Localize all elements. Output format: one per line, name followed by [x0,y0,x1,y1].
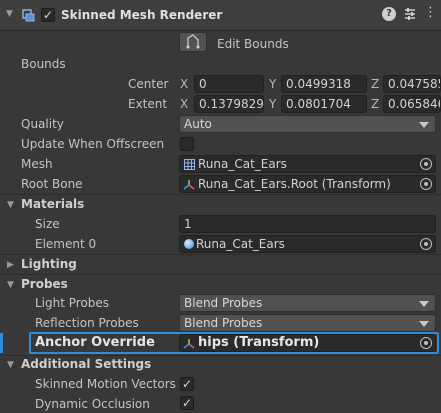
transform-icon [183,339,195,349]
dynamic-occlusion-checkbox[interactable]: ✓ [180,396,194,410]
extent-y-axis-label: Y [269,97,277,111]
additional-settings-section-label[interactable]: Additional Settings [21,356,151,372]
anchor-override-label: Anchor Override [35,335,155,350]
materials-section-label[interactable]: Materials [21,196,84,212]
bounds-label: Bounds [21,57,66,71]
element-0-value: Runa_Cat_Ears [196,237,285,251]
menu-icon[interactable]: ⋮ [424,5,437,21]
extent-x-axis-label: X [180,97,189,111]
object-picker-icon[interactable] [420,158,432,170]
component-title: Skinned Mesh Renderer [61,8,223,22]
mesh-value: Runa_Cat_Ears [198,157,287,171]
anchor-override-value: hips (Transform) [198,335,320,350]
dropdown-arrow-icon [419,122,429,128]
light-probes-label: Light Probes [35,296,110,310]
dropdown-arrow-icon [419,321,429,327]
help-icon[interactable]: ? [382,7,396,21]
element-0-field[interactable]: Runa_Cat_Ears [179,235,436,253]
component-header: ▼ ✓ Skinned Mesh Renderer ? ⋮ [0,0,441,31]
dropdown-arrow-icon [419,301,429,307]
mesh-icon [184,159,195,170]
mesh-label: Mesh [21,157,53,171]
lighting-foldout-arrow-icon[interactable]: ▶ [7,260,14,270]
center-y-field[interactable]: 0.0499318 [281,75,367,93]
materials-size-label: Size [35,217,60,231]
center-x-field[interactable]: 0 [194,75,264,93]
root-bone-value: Runa_Cat_Ears.Root (Transform) [198,177,391,191]
extent-z-axis-label: Z [371,97,380,111]
collapse-arrow-icon[interactable]: ▼ [6,9,13,19]
skinned-motion-vectors-label: Skinned Motion Vectors [35,377,176,391]
anchor-override-field[interactable]: hips (Transform) [179,334,436,352]
update-when-offscreen-label: Update When Offscreen [21,137,165,151]
center-z-field[interactable]: 0.0475856 [383,75,441,93]
light-probes-value: Blend Probes [184,296,263,310]
center-z-axis-label: Z [371,77,380,91]
skinned-mesh-renderer-icon [22,9,35,22]
mesh-field[interactable]: Runa_Cat_Ears [179,155,436,173]
edit-bounds-icon [186,34,200,49]
extent-x-field[interactable]: 0.1379829 [194,95,264,113]
object-picker-icon[interactable] [420,337,432,349]
skinned-motion-vectors-checkbox[interactable]: ✓ [180,377,194,391]
extent-y-field[interactable]: 0.0801704 [281,95,367,113]
reflection-probes-dropdown[interactable]: Blend Probes [179,314,436,332]
extent-label: Extent [128,97,168,111]
quality-label: Quality [21,117,64,131]
center-y-axis-label: Y [269,77,277,91]
modified-indicator [0,333,3,353]
object-picker-icon[interactable] [420,238,432,250]
element-0-label: Element 0 [35,237,97,251]
reflection-probes-value: Blend Probes [184,316,263,330]
materials-size-field[interactable]: 1 [179,215,436,233]
additional-settings-foldout-arrow-icon[interactable]: ▼ [7,360,14,370]
dynamic-occlusion-label: Dynamic Occlusion [35,397,150,411]
center-x-axis-label: X [180,77,189,91]
quality-dropdown[interactable]: Auto [179,115,436,133]
reflection-probes-label: Reflection Probes [35,316,139,330]
edit-bounds-label: Edit Bounds [217,37,289,51]
quality-value: Auto [184,117,212,131]
material-icon [184,239,194,249]
light-probes-dropdown[interactable]: Blend Probes [179,294,436,312]
probes-section-label[interactable]: Probes [21,276,68,292]
preset-icon[interactable] [403,7,417,21]
object-picker-icon[interactable] [420,178,432,190]
update-when-offscreen-checkbox[interactable] [180,137,194,151]
probes-foldout-arrow-icon[interactable]: ▼ [7,280,14,290]
extent-z-field[interactable]: 0.0658460 [383,95,441,113]
root-bone-field[interactable]: Runa_Cat_Ears.Root (Transform) [179,175,436,193]
component-enabled-checkbox[interactable]: ✓ [41,8,55,22]
root-bone-label: Root Bone [21,177,83,191]
materials-foldout-arrow-icon[interactable]: ▼ [7,200,14,210]
edit-bounds-button[interactable] [179,32,207,52]
transform-icon [183,180,195,190]
center-label: Center [128,77,169,91]
lighting-section-label[interactable]: Lighting [21,256,77,272]
